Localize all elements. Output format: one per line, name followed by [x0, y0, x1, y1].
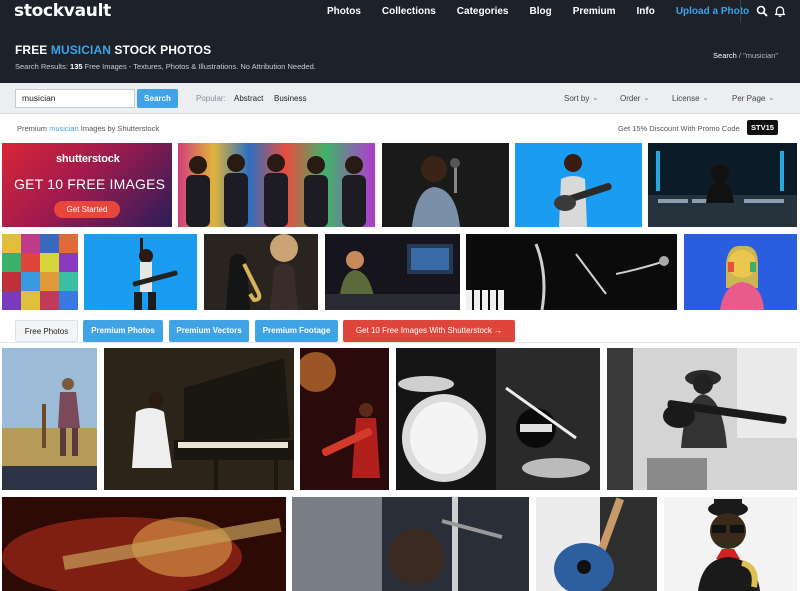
red-guitar-stage-illustration — [300, 348, 389, 490]
photo-thumbnail[interactable] — [300, 348, 389, 490]
tab-premium-photos[interactable]: Premium Photos — [83, 320, 163, 342]
photo-thumbnail[interactable] — [607, 348, 797, 490]
search-icon[interactable] — [755, 4, 769, 18]
results-count: 135 — [70, 62, 83, 71]
title-prefix: FREE — [15, 43, 51, 57]
hero-header: FREE MUSICIAN STOCK PHOTOS Search Result… — [0, 23, 800, 83]
per-page-label: Per Page — [732, 94, 766, 103]
photo-thumbnail[interactable] — [292, 497, 529, 591]
per-page-dropdown[interactable]: Per Page ⌄ — [732, 94, 774, 103]
bell-icon[interactable] — [773, 4, 787, 18]
nav-link-blog[interactable]: Blog — [529, 6, 551, 17]
search-input[interactable]: musician — [15, 89, 135, 108]
popular-link-business[interactable]: Business — [274, 94, 306, 103]
search-toolbar: musician Search Popular: Abstract Busine… — [0, 83, 800, 114]
blurred-singer-illustration — [292, 497, 529, 591]
nav-link-categories[interactable]: Categories — [457, 6, 509, 17]
acoustic-guitar-illustration — [536, 497, 657, 591]
guitarist-blue-illustration — [554, 154, 612, 227]
music-collage-illustration — [2, 234, 78, 310]
promo-text: Get 15% Discount With Promo Code — [618, 124, 740, 133]
order-dropdown[interactable]: Order ⌄ — [620, 94, 649, 103]
nav-link-info[interactable]: Info — [637, 6, 655, 17]
license-label: License — [672, 94, 700, 103]
shutterstock-logo: shutterstock — [56, 153, 120, 165]
results-suffix: Free Images - Textures, Photos & Illustr… — [82, 62, 316, 71]
results-summary: Search Results: 135 Free Images - Textur… — [15, 62, 316, 71]
photo-thumbnail[interactable] — [664, 497, 797, 591]
premium-thumbnail[interactable] — [515, 143, 642, 227]
photo-thumbnail[interactable] — [2, 348, 97, 490]
premium-thumbnail[interactable] — [325, 234, 460, 310]
tabs-divider — [0, 342, 800, 343]
top-nav: stockvault Photos Collections Categories… — [0, 0, 800, 28]
nav-links: Photos Collections Categories Blog Premi… — [327, 0, 770, 22]
sort-by-label: Sort by — [564, 94, 590, 103]
search-button[interactable]: Search — [137, 89, 178, 108]
get-started-button[interactable]: Get Started — [54, 201, 120, 218]
blurred-guitar-illustration — [2, 497, 286, 591]
results-prefix: Search Results: — [15, 62, 71, 71]
premium-thumbnail[interactable] — [178, 143, 375, 227]
photo-thumbnail[interactable] — [104, 348, 294, 490]
studio-mixer-illustration — [648, 143, 797, 227]
premium-thumbnail[interactable] — [2, 234, 78, 310]
site-logo[interactable]: stockvault — [14, 0, 111, 22]
chevron-down-icon: ⌄ — [702, 95, 709, 102]
chevron-down-icon: ⌄ — [592, 95, 599, 102]
shutterstock-ad[interactable]: shutterstock GET 10 FREE IMAGES Get Star… — [2, 143, 172, 227]
rainbow-hair-singer-illustration — [684, 234, 797, 310]
chevron-down-icon: ⌄ — [768, 95, 775, 102]
photo-thumbnail[interactable] — [396, 348, 600, 490]
premium-thumbnail[interactable] — [84, 234, 197, 310]
popular-link-abstract[interactable]: Abstract — [234, 94, 263, 103]
field-guitarist-illustration — [2, 348, 97, 490]
premium-label-keyword[interactable]: musician — [49, 124, 79, 133]
premium-label-suffix: Images by Shutterstock — [78, 124, 160, 133]
popular-label: Popular: — [196, 94, 226, 103]
photo-thumbnail[interactable] — [2, 497, 286, 591]
chevron-down-icon: ⌄ — [643, 95, 650, 102]
promo-code-badge[interactable]: STV15 — [747, 120, 778, 135]
nav-link-collections[interactable]: Collections — [382, 6, 436, 17]
bw-musicians-illustration — [466, 234, 677, 310]
premium-thumbnail[interactable] — [648, 143, 797, 227]
premium-label: Premium musician Images by Shutterstock — [17, 124, 159, 133]
page-title: FREE MUSICIAN STOCK PHOTOS — [15, 43, 211, 57]
jazz-figurine-illustration — [664, 497, 797, 591]
ad-headline: GET 10 FREE IMAGES — [14, 176, 166, 192]
nav-link-photos[interactable]: Photos — [327, 6, 361, 17]
breadcrumb: Search / "musician" — [713, 51, 778, 60]
tab-shutterstock-offer[interactable]: Get 10 Free Images With Shutterstock → — [343, 320, 515, 342]
producer-studio-illustration — [325, 234, 460, 310]
license-dropdown[interactable]: License ⌄ — [672, 94, 708, 103]
title-suffix: STOCK PHOTOS — [110, 43, 212, 57]
premium-thumbnail[interactable] — [684, 234, 797, 310]
saxophone-stage-illustration — [204, 234, 318, 310]
premium-thumbnail[interactable] — [466, 234, 677, 310]
nav-link-upload[interactable]: Upload a Photo — [676, 6, 749, 17]
order-label: Order — [620, 94, 641, 103]
breadcrumb-query: "musician" — [743, 51, 778, 60]
premium-label-prefix: Premium — [17, 124, 50, 133]
singer-mic-illustration — [382, 143, 509, 227]
sort-by-dropdown[interactable]: Sort by ⌄ — [564, 94, 598, 103]
band-portraits-illustration — [186, 154, 366, 227]
bw-drummer-illustration — [396, 348, 600, 490]
tab-premium-footage[interactable]: Premium Footage — [255, 320, 338, 342]
tab-premium-vectors[interactable]: Premium Vectors — [169, 320, 249, 342]
photo-thumbnail[interactable] — [536, 497, 657, 591]
rocker-jump-illustration — [132, 238, 178, 310]
premium-thumbnail[interactable] — [204, 234, 318, 310]
title-keyword: MUSICIAN — [50, 43, 111, 57]
nav-link-premium[interactable]: Premium — [573, 6, 616, 17]
tab-free-photos[interactable]: Free Photos — [15, 320, 78, 342]
bw-guitarist-home-illustration — [607, 348, 797, 490]
premium-thumbnail[interactable] — [382, 143, 509, 227]
breadcrumb-search[interactable]: Search — [713, 51, 737, 60]
pianist-illustration — [104, 348, 294, 490]
